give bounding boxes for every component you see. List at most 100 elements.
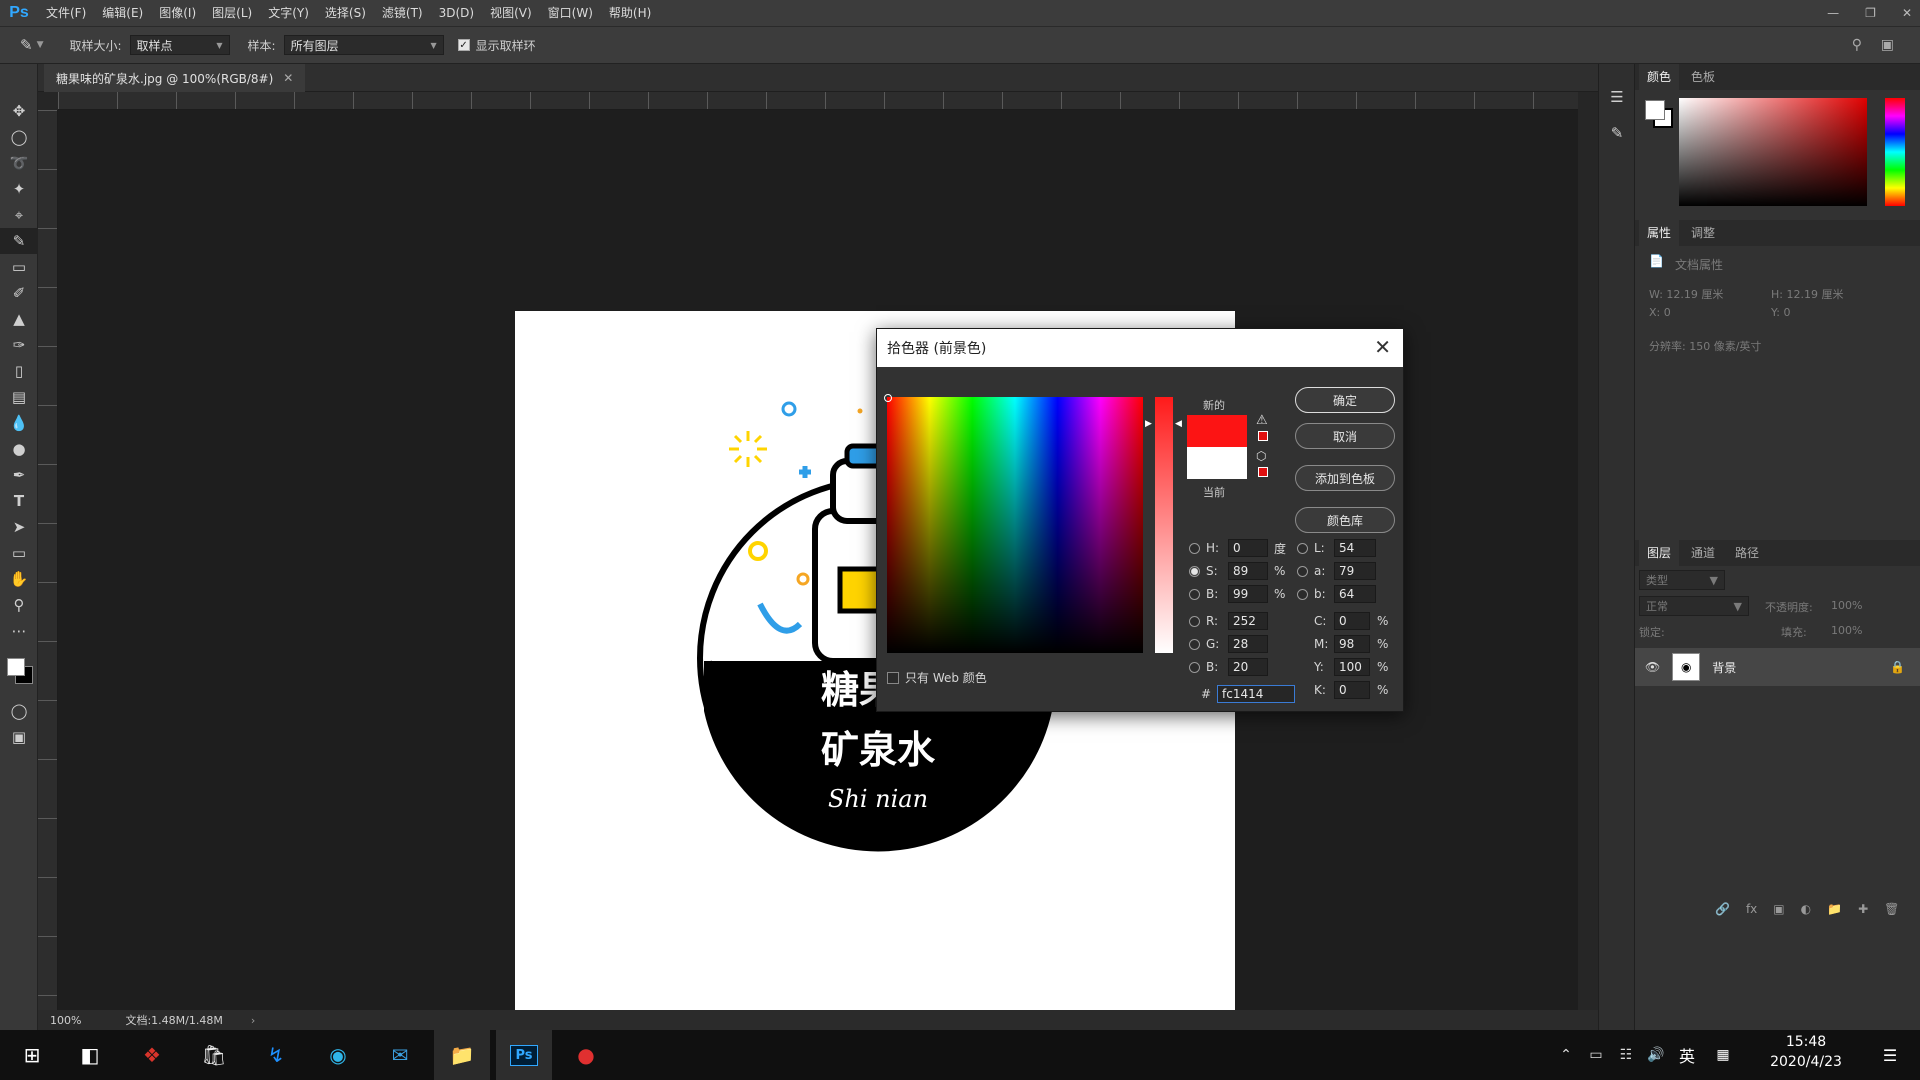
tool-preset-chevron-icon[interactable]: ▼ <box>37 40 44 50</box>
photoshop-taskbar-icon[interactable]: Ps <box>496 1030 552 1080</box>
yellow-input[interactable]: 100 <box>1334 658 1370 676</box>
ok-button[interactable]: 确定 <box>1295 387 1395 413</box>
path-selection-tool-icon[interactable]: ➤ <box>0 514 38 540</box>
color-libraries-button[interactable]: 颜色库 <box>1295 507 1395 533</box>
search-icon[interactable]: ⚲ <box>1852 37 1862 53</box>
new-layer-icon[interactable]: ✚ <box>1858 902 1868 916</box>
sample-size-select[interactable]: 取样点 ▼ <box>129 35 230 55</box>
brightness-input[interactable]: 99 <box>1228 585 1268 603</box>
green-radio[interactable] <box>1189 638 1200 650</box>
restore-icon[interactable]: ❐ <box>1865 6 1876 20</box>
tab-channels[interactable]: 通道 <box>1683 540 1723 566</box>
gradient-tool-icon[interactable]: ▤ <box>0 384 38 410</box>
menu-edit[interactable]: 编辑(E) <box>94 0 151 26</box>
eyedropper-tool-icon[interactable]: ✎ <box>0 228 38 254</box>
stamp-tool-icon[interactable]: ▲ <box>0 306 38 332</box>
shape-tool-icon[interactable]: ▭ <box>0 540 38 566</box>
tab-adjustments[interactable]: 调整 <box>1683 220 1723 246</box>
tray-expand-icon[interactable]: ⌃ <box>1552 1030 1580 1080</box>
pen-tool-icon[interactable]: ✒ <box>0 462 38 488</box>
history-panel-icon[interactable]: ☰ <box>1599 84 1635 110</box>
tab-layers[interactable]: 图层 <box>1639 540 1680 566</box>
sample-select[interactable]: 所有图层 ▼ <box>283 35 444 55</box>
lasso-tool-icon[interactable]: ➰ <box>0 150 38 176</box>
ime-language[interactable]: 英 <box>1672 1030 1702 1080</box>
add-to-swatches-button[interactable]: 添加到色板 <box>1295 465 1395 491</box>
red-input[interactable]: 252 <box>1228 612 1268 630</box>
zoom-tool-icon[interactable]: ⚲ <box>0 592 38 618</box>
link-layers-icon[interactable]: 🔗 <box>1715 902 1730 916</box>
tab-color[interactable]: 颜色 <box>1639 64 1680 90</box>
tab-properties[interactable]: 属性 <box>1639 220 1680 246</box>
menu-select[interactable]: 选择(S) <box>317 0 374 26</box>
lab-b-radio[interactable] <box>1297 588 1308 600</box>
marquee-tool-icon[interactable]: ◯ <box>0 124 38 150</box>
green-input[interactable]: 28 <box>1228 635 1268 653</box>
brush-tool-icon[interactable]: ✐ <box>0 280 38 306</box>
minimize-icon[interactable]: — <box>1827 6 1839 20</box>
more-tools-icon[interactable]: ⋯ <box>0 618 38 644</box>
brightness-radio[interactable] <box>1189 588 1200 600</box>
menu-file[interactable]: 文件(F) <box>38 0 94 26</box>
zoom-level[interactable]: 100% <box>50 1014 81 1027</box>
recorder-icon[interactable]: ● <box>558 1030 614 1080</box>
layer-row-background[interactable]: 👁 ◉ 背景 🔒 <box>1635 648 1920 686</box>
windows-start-icon[interactable]: ⊞ <box>4 1030 60 1080</box>
opacity-value[interactable]: 100% <box>1831 599 1862 612</box>
visual-studio-icon[interactable]: ↯ <box>248 1030 304 1080</box>
menu-3d[interactable]: 3D(D) <box>431 0 482 26</box>
menu-image[interactable]: 图像(I) <box>151 0 204 26</box>
notification-icon[interactable]: ☰ <box>1870 1030 1910 1080</box>
menu-filter[interactable]: 滤镜(T) <box>374 0 431 26</box>
hex-input[interactable]: fc1414 <box>1217 685 1295 703</box>
edge-browser-icon[interactable]: ◉ <box>310 1030 366 1080</box>
hand-tool-icon[interactable]: ✋ <box>0 566 38 592</box>
delete-layer-icon[interactable]: 🗑 <box>1884 902 1899 916</box>
lab-l-radio[interactable] <box>1297 542 1308 554</box>
crop-tool-icon[interactable]: ⌖ <box>0 202 38 228</box>
move-tool-icon[interactable]: ✥ <box>0 98 38 124</box>
app-shortcut-icon[interactable]: ❖ <box>124 1030 180 1080</box>
layer-filter-select[interactable]: 类型 ▼ <box>1639 570 1725 590</box>
gamut-color-chip[interactable] <box>1258 431 1268 441</box>
history-brush-tool-icon[interactable]: ✑ <box>0 332 38 358</box>
file-explorer-icon[interactable]: 📁 <box>434 1030 490 1080</box>
menu-type[interactable]: 文字(Y) <box>260 0 317 26</box>
fill-value[interactable]: 100% <box>1831 624 1862 637</box>
lab-l-input[interactable]: 54 <box>1334 539 1376 557</box>
black-input[interactable]: 0 <box>1334 681 1370 699</box>
menu-layer[interactable]: 图层(L) <box>204 0 260 26</box>
properties-panel-icon[interactable]: ✎ <box>1599 120 1635 146</box>
hue-radio[interactable] <box>1189 542 1200 554</box>
blend-mode-select[interactable]: 正常 ▼ <box>1639 596 1749 616</box>
magenta-input[interactable]: 98 <box>1334 635 1370 653</box>
add-mask-icon[interactable]: ▣ <box>1773 902 1784 916</box>
saturation-input[interactable]: 89 <box>1228 562 1268 580</box>
red-radio[interactable] <box>1189 615 1200 627</box>
web-safe-warning-icon[interactable]: ⬡ <box>1256 449 1266 463</box>
eye-icon[interactable]: 👁 <box>1645 660 1660 674</box>
out-of-gamut-warning-icon[interactable]: ⚠ <box>1256 413 1268 428</box>
lab-a-input[interactable]: 79 <box>1334 562 1376 580</box>
fg-color-chip[interactable] <box>1645 100 1665 120</box>
tab-swatches[interactable]: 色板 <box>1683 64 1723 90</box>
web-only-checkbox[interactable] <box>887 671 899 684</box>
close-tab-icon[interactable]: ✕ <box>283 71 293 85</box>
menu-help[interactable]: 帮助(H) <box>601 0 659 26</box>
healing-brush-tool-icon[interactable]: ▭ <box>0 254 38 280</box>
tab-paths[interactable]: 路径 <box>1727 540 1767 566</box>
wifi-icon[interactable]: ☷ <box>1612 1030 1640 1080</box>
blue-input[interactable]: 20 <box>1228 658 1268 676</box>
blur-tool-icon[interactable]: 💧 <box>0 410 38 436</box>
chevron-right-icon[interactable]: › <box>251 1014 255 1027</box>
fx-icon[interactable]: fx <box>1746 902 1757 916</box>
menu-view[interactable]: 视图(V) <box>482 0 540 26</box>
screen-mode-icon[interactable]: ▣ <box>0 724 38 750</box>
battery-icon[interactable]: ▭ <box>1582 1030 1610 1080</box>
blue-radio[interactable] <box>1189 661 1200 673</box>
close-icon[interactable]: ✕ <box>1374 335 1391 359</box>
hue-input[interactable]: 0 <box>1228 539 1268 557</box>
show-ring-checkbox[interactable]: ✓ <box>457 39 470 51</box>
store-icon[interactable]: 🛍 <box>186 1030 242 1080</box>
cyan-input[interactable]: 0 <box>1334 612 1370 630</box>
